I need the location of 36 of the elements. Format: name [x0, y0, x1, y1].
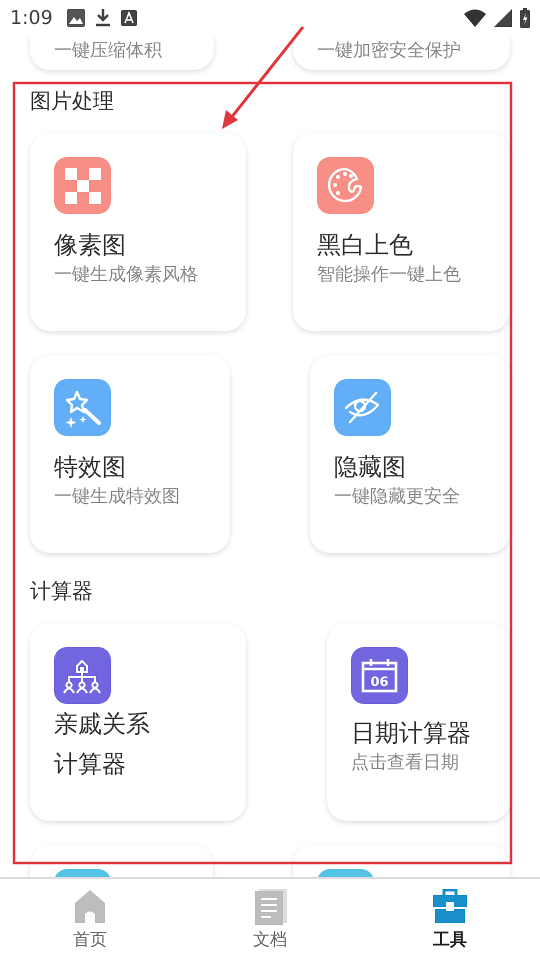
- section-title: 图片处理: [30, 88, 115, 115]
- calendar-icon: 06: [351, 647, 408, 704]
- card-subtitle: 一键生成特效图: [54, 485, 180, 509]
- battery-icon: [520, 8, 530, 28]
- section-title: 计算器: [30, 578, 94, 605]
- card-title: 黑白上色: [317, 230, 413, 261]
- card-subtitle: 一键压缩体积: [54, 39, 162, 63]
- card-title: 像素图: [54, 230, 126, 261]
- nav-tab[interactable]: 工具: [360, 879, 540, 960]
- nav-tab[interactable]: 首页: [0, 879, 180, 960]
- download-icon: [94, 9, 111, 27]
- card-subtitle: 点击查看日期: [351, 751, 459, 775]
- toolbox-icon: [433, 889, 467, 925]
- font-icon: [120, 10, 137, 26]
- nav-tab[interactable]: 文档: [180, 879, 360, 960]
- image-icon: [66, 9, 85, 27]
- card-title: 隐藏图: [334, 452, 406, 483]
- document-icon: [253, 889, 287, 925]
- card-subtitle: 一键加密安全保护: [317, 39, 461, 63]
- home-icon: [73, 889, 107, 925]
- card-subtitle: 一键隐藏更安全: [334, 485, 460, 509]
- card-title: 亲戚关系: [54, 709, 150, 740]
- tool-card[interactable]: 亲戚关系 计算器: [30, 623, 246, 821]
- card-title: 计算器: [54, 749, 126, 780]
- card-subtitle: 智能操作一键上色: [317, 263, 461, 287]
- tool-card[interactable]: 黑白上色 智能操作一键上色: [293, 133, 510, 331]
- card-subtitle: 一键生成像素风格: [54, 263, 198, 287]
- tool-card[interactable]: 06 日期计算器 点击查看日期: [327, 623, 510, 821]
- status-time: 1:09: [10, 7, 53, 29]
- tool-card[interactable]: 隐藏图 一键隐藏更安全: [310, 355, 510, 553]
- signal-icon: [494, 9, 512, 27]
- tool-card[interactable]: 特效图 一键生成特效图: [30, 355, 230, 553]
- card-title: 日期计算器: [351, 718, 471, 749]
- wifi-icon: [464, 9, 486, 27]
- card-title: 特效图: [54, 452, 126, 483]
- tool-card[interactable]: 像素图 一键生成像素风格: [30, 133, 246, 331]
